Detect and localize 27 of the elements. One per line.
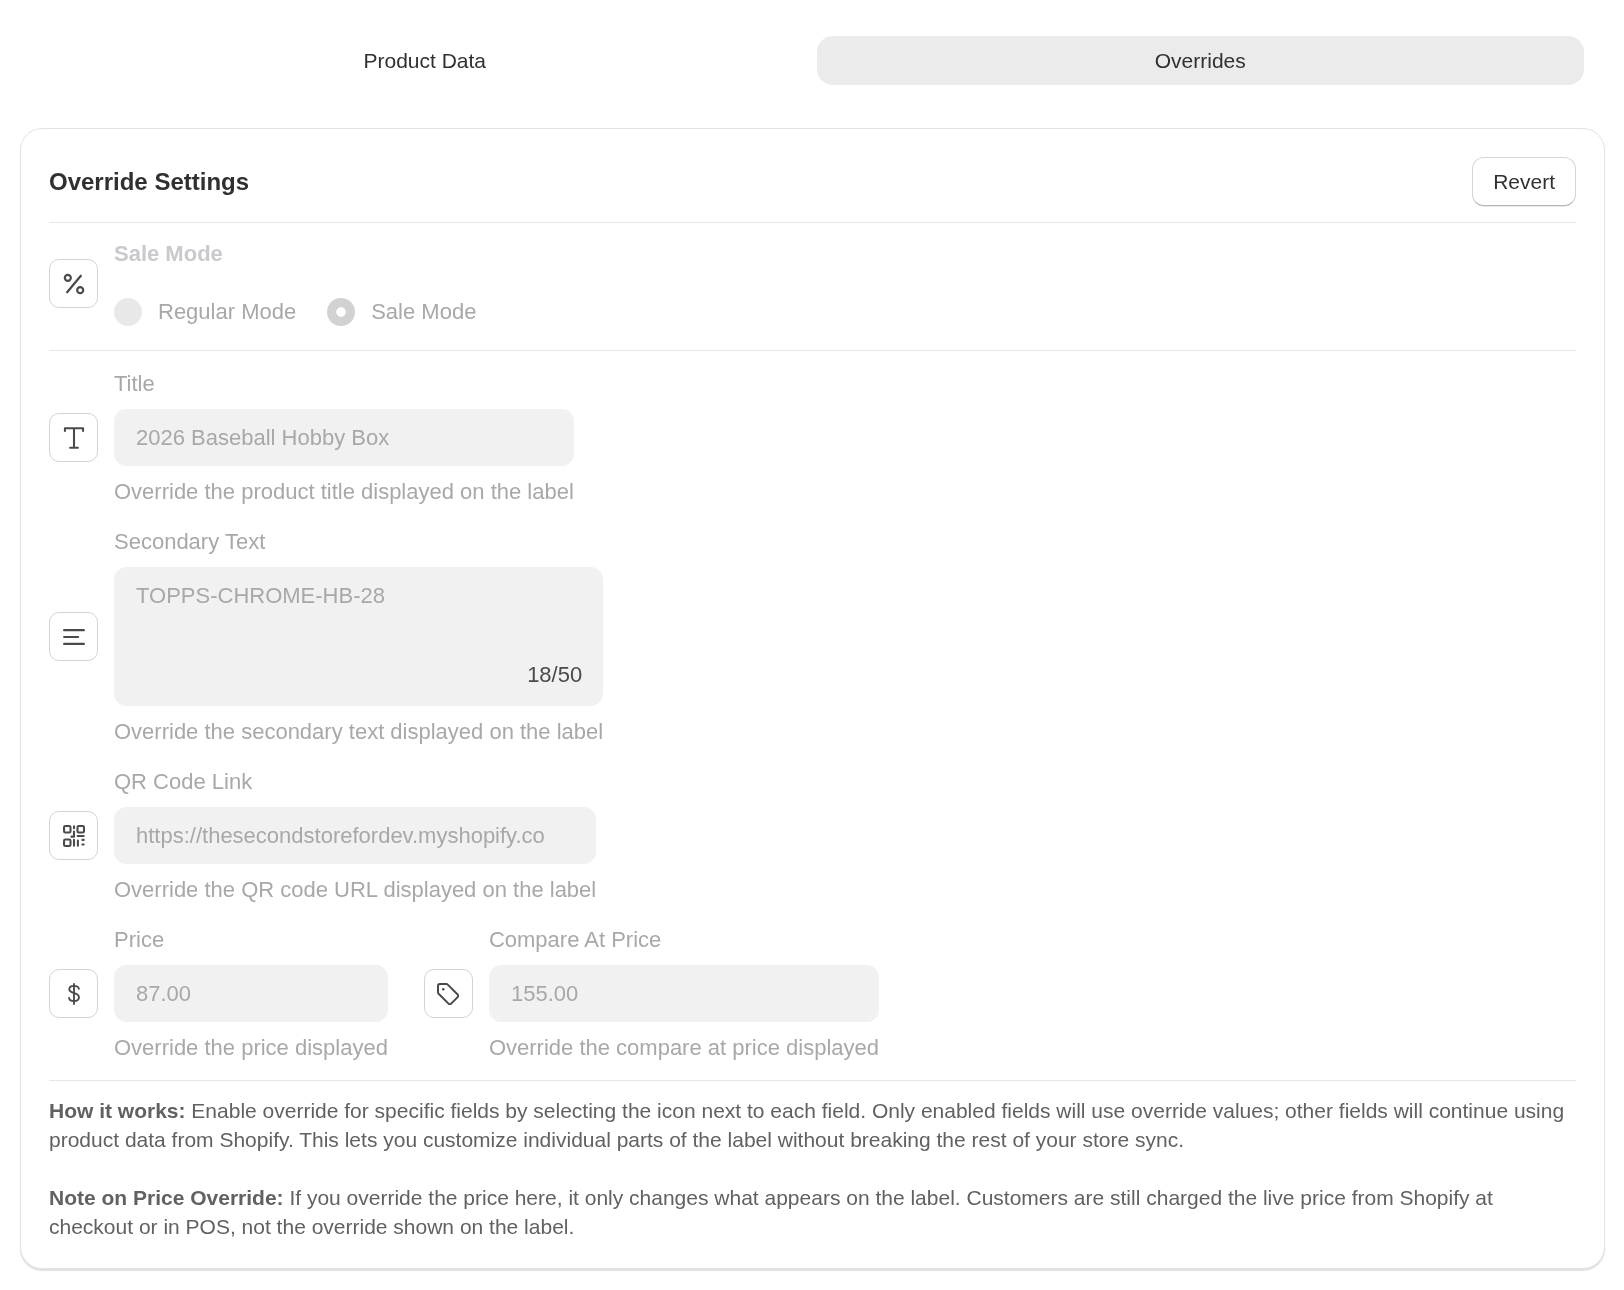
note-text: How it works: Enable override for specific fields by selecting the icon next to each field. Only enabled fields will use override values; other fields will continue using product data from Shopify. This lets you customize individual parts of the label without breaking the rest of your store sync. <box>49 1098 1566 1153</box>
help-text: Override the price displayed <box>114 1035 388 1061</box>
override-toggle-button[interactable] <box>423 969 473 1018</box>
override-toggle-button[interactable] <box>49 259 98 308</box>
override-toggle-button[interactable] <box>49 969 98 1018</box>
field-label: Price <box>114 927 166 953</box>
field-label: Title <box>114 371 156 397</box>
override-toggle-button[interactable] <box>49 413 98 462</box>
override-toggle-button[interactable] <box>49 811 98 860</box>
help-text: Override the secondary text displayed on the label <box>114 719 604 745</box>
percent-icon <box>62 272 85 295</box>
field-label: QR Code Link <box>114 769 254 795</box>
override-toggle-button[interactable] <box>49 612 98 661</box>
tab[interactable]: Product Data <box>41 36 809 85</box>
field-label: Compare At Price <box>488 927 663 953</box>
qr-code-icon <box>62 824 85 847</box>
tab[interactable]: Overrides <box>816 36 1584 85</box>
text-icon <box>62 426 85 449</box>
card-title: Override Settings <box>49 167 250 196</box>
help-text: Override the compare at price displayed <box>488 1035 879 1061</box>
character-count: 18/50 <box>527 662 583 688</box>
tag-icon <box>437 982 460 1005</box>
note-text: Note on Price Override: If you override the price here, it only changes what appears on the label. Customers are still charged the live price from Shopify at checkout or in POS, not the override shown on the label. <box>49 1185 1494 1240</box>
help-text: Override the product title displayed on the label <box>114 479 574 505</box>
revert-button[interactable]: Revert <box>1472 157 1576 206</box>
help-text: Override the QR code URL displayed on the label <box>114 877 597 903</box>
field-label: Secondary Text <box>114 529 267 555</box>
